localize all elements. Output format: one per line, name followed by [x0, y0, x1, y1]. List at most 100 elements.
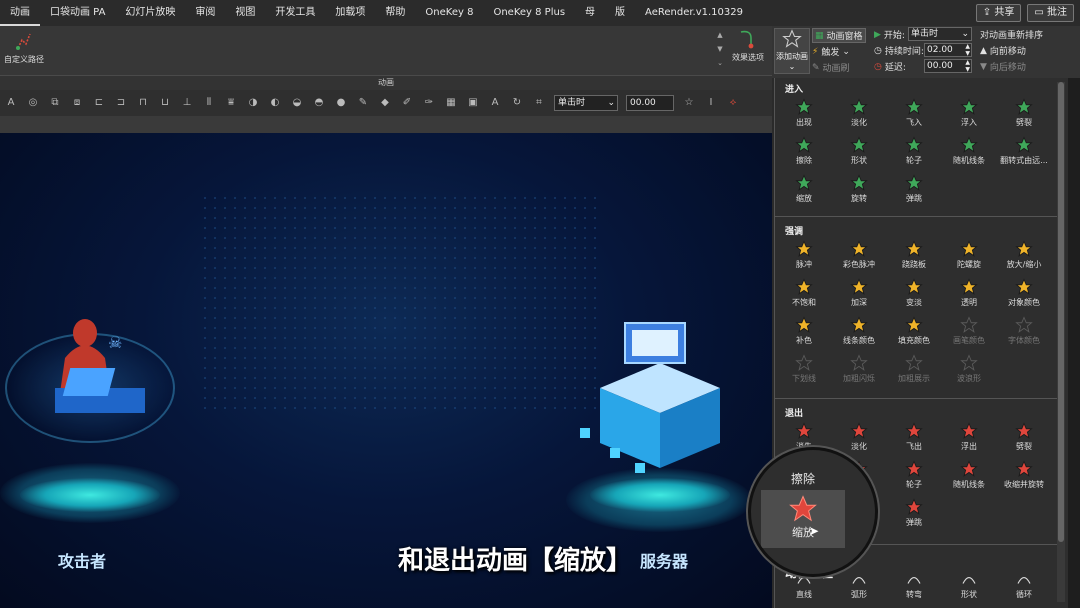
emphasis-item[interactable]: 加深 — [832, 276, 886, 314]
tab-aerender[interactable]: AeRender.v1.10329 — [635, 0, 753, 26]
slide-canvas[interactable]: ☠ 攻击者 服务器 和退出动画【缩放】 — [0, 133, 772, 608]
text-icon[interactable]: A — [4, 96, 18, 110]
image-icon[interactable]: ▣ — [466, 96, 480, 110]
custom-path-button[interactable]: 自定义路径 — [2, 30, 46, 70]
emphasis-item[interactable]: 变淡 — [887, 276, 941, 314]
spinner-icon[interactable]: ▲ ▼ — [965, 43, 970, 57]
emphasis-item[interactable]: 陀螺旋 — [942, 238, 996, 276]
gallery-scrollbar[interactable] — [1057, 82, 1065, 602]
tab-addins[interactable]: 加载项 — [325, 0, 375, 26]
entrance-item[interactable]: 飞入 — [887, 96, 941, 134]
start-select[interactable]: 单击时 ⌄ — [908, 27, 972, 41]
fragment-icon[interactable]: ◒ — [290, 96, 304, 110]
tab-onekey8plus[interactable]: OneKey 8 Plus — [483, 0, 575, 26]
emphasis-item[interactable]: 放大/缩小 — [997, 238, 1051, 276]
table-icon[interactable]: ▦ — [444, 96, 458, 110]
entrance-item[interactable]: 擦除 — [777, 134, 831, 172]
trigger-button[interactable]: ⚡ 触发 ⌄ — [812, 45, 850, 59]
align-bottom-icon[interactable]: ⊥ — [180, 96, 194, 110]
exit-item[interactable]: 弹跳 — [887, 496, 941, 534]
align-left-icon[interactable]: ⊏ — [92, 96, 106, 110]
align-top-icon[interactable]: ⊓ — [136, 96, 150, 110]
emphasis-item[interactable]: 透明 — [942, 276, 996, 314]
pen-icon[interactable]: ✐ — [400, 96, 414, 110]
tab-review[interactable]: 审阅 — [185, 0, 225, 26]
toolbar-start-select[interactable]: 单击时 ⌄ — [554, 95, 618, 111]
entrance-item[interactable]: 旋转 — [832, 172, 886, 210]
entrance-item[interactable]: 轮子 — [887, 134, 941, 172]
emphasis-item[interactable]: 跷跷板 — [887, 238, 941, 276]
motion-path-item[interactable]: 形状 — [942, 568, 996, 606]
emphasis-item[interactable]: 下划线 — [777, 352, 831, 390]
entrance-item[interactable]: 劈裂 — [997, 96, 1051, 134]
emphasis-item[interactable]: 字体颜色 — [997, 314, 1051, 352]
entrance-item[interactable]: 弹跳 — [887, 172, 941, 210]
combine-icon[interactable]: ◐ — [268, 96, 282, 110]
entrance-item[interactable]: 淡化 — [832, 96, 886, 134]
effect-options-button[interactable]: 效果选项 — [726, 28, 770, 74]
tab-developer[interactable]: 开发工具 — [265, 0, 325, 26]
tab-ban[interactable]: 版 — [605, 0, 635, 26]
share-button[interactable]: ⇪ 共享 — [975, 4, 1022, 22]
emphasis-item[interactable]: 线条颜色 — [832, 314, 886, 352]
exit-item[interactable]: 劈裂 — [997, 420, 1051, 458]
delay-input[interactable]: 00.00 ▲ ▼ — [924, 59, 972, 73]
intersect-icon[interactable]: ◓ — [312, 96, 326, 110]
animation-brush-button[interactable]: ✎ 动画刷 — [812, 61, 850, 75]
fill-icon[interactable]: ◆ — [378, 96, 392, 110]
tab-animation[interactable]: 动画 — [0, 0, 40, 26]
star-outline-icon[interactable]: ☆ — [682, 96, 696, 110]
move-earlier-button[interactable]: ▲ 向前移动 — [980, 44, 1026, 58]
rotate-icon[interactable]: ↻ — [510, 96, 524, 110]
font-size-icon[interactable]: A — [488, 96, 502, 110]
emphasis-item[interactable]: 画笔颜色 — [942, 314, 996, 352]
move-later-button[interactable]: ▼ 向后移动 — [980, 60, 1026, 74]
outline-icon[interactable]: ✑ — [422, 96, 436, 110]
union-icon[interactable]: ◑ — [246, 96, 260, 110]
tab-pocket-animation[interactable]: 口袋动画 PA — [40, 0, 115, 26]
emphasis-item[interactable]: 不饱和 — [777, 276, 831, 314]
emphasis-item[interactable]: 脉冲 — [777, 238, 831, 276]
tab-help[interactable]: 帮助 — [375, 0, 415, 26]
italic-icon[interactable]: I — [704, 96, 718, 110]
entrance-item[interactable]: 随机线条 — [942, 134, 996, 172]
entrance-item[interactable]: 出现 — [777, 96, 831, 134]
eyedropper-icon[interactable]: ✎ — [356, 96, 370, 110]
motion-path-item[interactable]: 循环 — [997, 568, 1051, 606]
highlight-icon[interactable]: ⟡ — [726, 96, 740, 110]
emphasis-item[interactable]: 对象颜色 — [997, 276, 1051, 314]
emphasis-item[interactable]: 加粗展示 — [887, 352, 941, 390]
distribute-h-icon[interactable]: ⫴ — [202, 96, 216, 110]
exit-item[interactable]: 浮出 — [942, 420, 996, 458]
gallery-scroll-thumb[interactable] — [1058, 82, 1064, 542]
exit-item[interactable]: 飞出 — [887, 420, 941, 458]
entrance-item[interactable]: 翻转式由远... — [997, 134, 1051, 172]
tab-view[interactable]: 视图 — [225, 0, 265, 26]
exit-item[interactable]: 收缩并旋转 — [997, 458, 1051, 496]
animation-pane-button[interactable]: ▦ 动画窗格 — [812, 28, 866, 43]
entrance-item[interactable]: 浮入 — [942, 96, 996, 134]
emphasis-item[interactable]: 加粗闪烁 — [832, 352, 886, 390]
duration-input[interactable]: 02.00 ▲ ▼ — [924, 43, 972, 57]
emphasis-item[interactable]: 彩色脉冲 — [832, 238, 886, 276]
subtract-icon[interactable]: ● — [334, 96, 348, 110]
ribbon-scroll[interactable]: ▲ ▼ ⌄ — [716, 28, 724, 70]
emphasis-item[interactable]: 补色 — [777, 314, 831, 352]
entrance-item[interactable]: 缩放 — [777, 172, 831, 210]
motion-path-item[interactable]: 转弯 — [887, 568, 941, 606]
emphasis-item[interactable]: 波浪形 — [942, 352, 996, 390]
tab-mu[interactable]: 母 — [575, 0, 605, 26]
arrange-icon[interactable]: ⧉ — [48, 96, 62, 110]
align-middle-icon[interactable]: ⊔ — [158, 96, 172, 110]
motion-path-item[interactable]: 弧形 — [832, 568, 886, 606]
bring-front-icon[interactable]: ⧈ — [70, 96, 84, 110]
exit-item[interactable]: 轮子 — [887, 458, 941, 496]
add-animation-button[interactable]: 添加动画 ⌄ — [774, 28, 810, 74]
emphasis-item[interactable]: 填充颜色 — [887, 314, 941, 352]
spinner-icon[interactable]: ▲ ▼ — [965, 59, 970, 73]
comment-button[interactable]: ▭ 批注 — [1027, 4, 1074, 22]
exit-item[interactable]: 随机线条 — [942, 458, 996, 496]
distribute-v-icon[interactable]: ⩸ — [224, 96, 238, 110]
entrance-item[interactable]: 形状 — [832, 134, 886, 172]
align-center-icon[interactable]: ⊐ — [114, 96, 128, 110]
